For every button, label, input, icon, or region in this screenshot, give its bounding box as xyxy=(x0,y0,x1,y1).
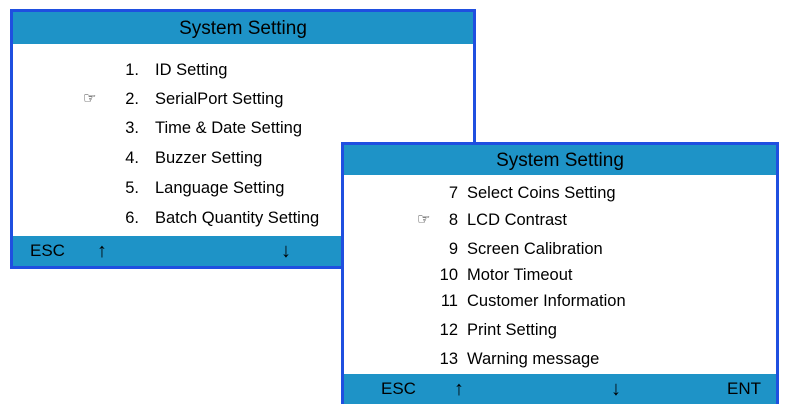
item-label: Language Setting xyxy=(155,179,285,197)
title-bar: System Setting xyxy=(344,145,776,175)
item-label: Select Coins Setting xyxy=(467,184,616,202)
item-number: 10 xyxy=(439,266,458,284)
item-label: Customer Information xyxy=(467,292,626,310)
esc-button[interactable]: ESC xyxy=(381,374,416,404)
esc-button[interactable]: ESC xyxy=(30,236,65,266)
menu-item-id-setting[interactable]: 1. ID Setting xyxy=(13,56,473,84)
system-setting-screen-2: System Setting 7 Select Coins Setting ☞ … xyxy=(341,142,779,404)
item-number: 8 xyxy=(448,211,458,229)
item-number: 3. xyxy=(125,119,139,137)
menu-item-print-setting[interactable]: 12 Print Setting xyxy=(344,316,776,344)
item-number: 13 xyxy=(439,350,458,368)
menu-item-select-coins-setting[interactable]: 7 Select Coins Setting xyxy=(344,179,776,207)
title-bar: System Setting xyxy=(13,12,473,44)
menu-item-lcd-contrast[interactable]: ☞ 8 LCD Contrast xyxy=(344,206,776,234)
up-arrow-icon[interactable]: ↑ xyxy=(97,236,107,266)
item-label: Motor Timeout xyxy=(467,266,573,284)
menu-item-screen-calibration[interactable]: 9 Screen Calibration xyxy=(344,235,776,263)
item-number: 6. xyxy=(125,209,139,227)
item-label: Buzzer Setting xyxy=(155,149,263,167)
item-label: Batch Quantity Setting xyxy=(155,209,320,227)
menu-item-warning-message[interactable]: 13 Warning message xyxy=(344,345,776,373)
up-arrow-icon[interactable]: ↑ xyxy=(454,374,464,404)
item-label: Screen Calibration xyxy=(467,240,603,258)
item-label: Print Setting xyxy=(467,321,557,339)
item-number: 2. xyxy=(125,90,139,108)
item-number: 4. xyxy=(125,149,139,167)
item-number: 12 xyxy=(439,321,458,339)
item-number: 7 xyxy=(448,184,458,202)
item-label: LCD Contrast xyxy=(467,211,567,229)
item-number: 9 xyxy=(448,240,458,258)
menu-item-motor-timeout[interactable]: 10 Motor Timeout xyxy=(344,261,776,289)
menu-item-time-date-setting[interactable]: 3. Time & Date Setting xyxy=(13,114,473,142)
menu-item-serialport-setting[interactable]: ☞ 2. SerialPort Setting xyxy=(13,85,473,113)
down-arrow-icon[interactable]: ↓ xyxy=(611,374,621,404)
item-number: 1. xyxy=(125,61,139,79)
down-arrow-icon[interactable]: ↓ xyxy=(281,236,291,266)
item-number: 11 xyxy=(440,292,458,310)
item-label: SerialPort Setting xyxy=(155,90,284,108)
item-number: 5. xyxy=(125,179,139,197)
item-label: Warning message xyxy=(467,350,600,368)
footer-bar: ESC ↑ ↓ ENT xyxy=(344,374,776,404)
item-label: ID Setting xyxy=(155,61,228,79)
pointer-hand-icon: ☞ xyxy=(83,90,97,107)
menu-item-customer-information[interactable]: 11 Customer Information xyxy=(344,287,776,315)
ent-button[interactable]: ENT xyxy=(727,374,761,404)
item-label: Time & Date Setting xyxy=(155,119,303,137)
